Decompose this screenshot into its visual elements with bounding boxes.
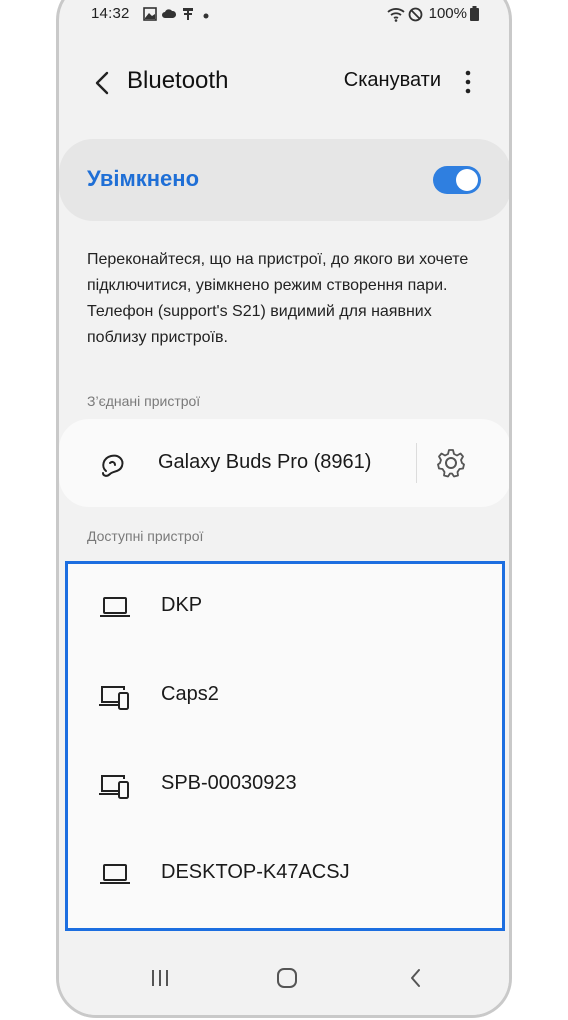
notification-dot-icon <box>203 13 209 19</box>
battery-level: 100% <box>428 5 467 22</box>
earbuds-icon <box>102 454 124 477</box>
available-device-row[interactable]: Caps2 <box>68 653 502 742</box>
cloud-icon <box>162 9 177 18</box>
back-arrow-icon[interactable] <box>89 65 119 101</box>
laptop-icon <box>100 864 130 884</box>
do-not-disturb-icon <box>408 7 423 22</box>
status-bar: 14:32 100% <box>59 5 509 29</box>
device-name: SPB-00030923 <box>161 772 297 794</box>
available-section-label: Доступні пристрої <box>87 528 204 544</box>
gallery-icon <box>143 7 157 21</box>
back-nav-icon[interactable] <box>401 963 431 993</box>
paired-device-card[interactable]: Galaxy Buds Pro (8961) <box>59 419 509 507</box>
available-device-row[interactable]: DESKTOP-K47ACSJ <box>68 831 502 920</box>
device-name: Caps2 <box>161 683 219 705</box>
app-header: Bluetooth Сканувати <box>59 63 509 113</box>
page-title: Bluetooth <box>127 67 229 94</box>
more-options-icon[interactable] <box>463 67 473 97</box>
bluetooth-toggle-card[interactable]: Увімкнено <box>59 139 509 221</box>
available-device-row[interactable]: DKP <box>68 564 502 653</box>
divider <box>416 443 417 483</box>
bluetooth-switch[interactable] <box>433 166 481 194</box>
pairing-description: Переконайтеся, що на пристрої, до якого … <box>87 251 469 346</box>
phone-frame: 14:32 100% Bluetooth Сканувати Увімкнено… <box>56 0 512 1018</box>
toggle-label: Увімкнено <box>87 166 200 191</box>
switch-knob <box>456 169 478 191</box>
scan-button[interactable]: Сканувати <box>344 69 441 92</box>
paired-section-label: З’єднані пристрої <box>87 393 201 409</box>
available-devices-list: DKP Caps2 SPB-00030923 DESKTOP-K47ACSJ <box>65 561 505 931</box>
status-time: 14:32 <box>91 5 130 22</box>
gear-icon[interactable] <box>435 447 467 479</box>
device-name: DESKTOP-K47ACSJ <box>161 861 350 883</box>
paired-device-name: Galaxy Buds Pro (8961) <box>158 451 372 473</box>
available-device-row[interactable]: SPB-00030923 <box>68 742 502 831</box>
battery-icon <box>470 6 479 21</box>
wifi-icon <box>387 8 405 22</box>
multi-device-icon <box>99 686 129 710</box>
multi-device-icon <box>99 775 129 799</box>
navigation-bar <box>59 943 509 1015</box>
home-icon[interactable] <box>272 963 302 993</box>
device-name: DKP <box>161 594 203 616</box>
laptop-icon <box>100 597 130 617</box>
recent-apps-icon[interactable] <box>145 963 175 993</box>
usb-icon <box>183 8 193 20</box>
